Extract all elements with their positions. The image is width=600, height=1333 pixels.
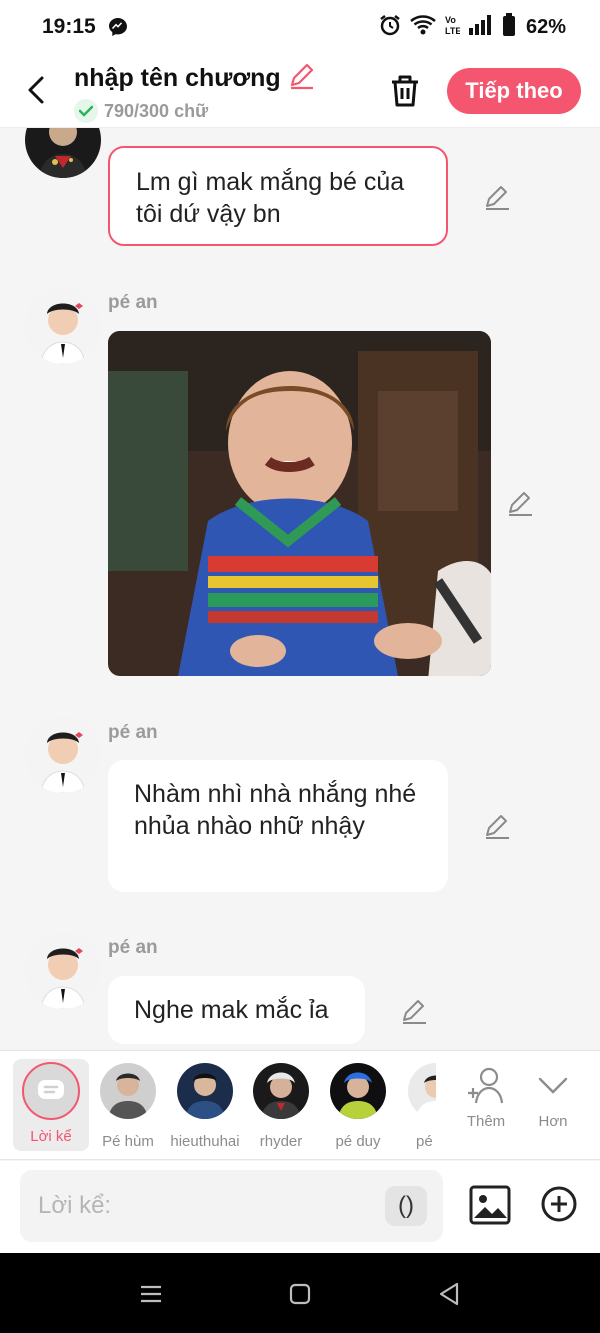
avatar xyxy=(253,1063,309,1119)
character-pe-hum[interactable]: Pé hùm xyxy=(90,1059,166,1150)
character-pe-partial[interactable]: pé xyxy=(396,1059,436,1150)
back-triangle-icon xyxy=(439,1282,459,1306)
character-hieuthuhai[interactable]: hieuthuhai xyxy=(167,1059,243,1150)
system-nav-bar xyxy=(0,1253,600,1333)
input-bar: () xyxy=(0,1161,600,1253)
message-text: Nghe mak mắc ỉa xyxy=(134,996,329,1024)
edit-message-icon[interactable] xyxy=(505,488,535,518)
wifi-icon xyxy=(410,14,436,41)
character-label: Lời kể xyxy=(30,1128,72,1145)
avatar xyxy=(177,1063,233,1119)
avatar xyxy=(100,1063,156,1119)
home-button[interactable] xyxy=(287,1281,313,1307)
add-user-icon xyxy=(468,1067,504,1104)
chat-bubble-icon xyxy=(38,1080,64,1099)
character-picker: Lời kể Pé hùm hieuthuhai rhyder pé duy p… xyxy=(0,1050,600,1160)
svg-text:LTE: LTE xyxy=(445,26,460,36)
message-bubble[interactable]: Nhàm nhì nhà nhắng nhé nhủa nhào nhữ nhậ… xyxy=(108,760,448,892)
menu-icon xyxy=(141,1285,161,1303)
status-time: 19:15 xyxy=(42,15,96,38)
word-count: 790/300 chữ xyxy=(104,100,209,121)
nav-back-button[interactable] xyxy=(437,1281,463,1307)
chevron-down-icon xyxy=(538,1077,568,1094)
add-button[interactable] xyxy=(540,1185,578,1223)
avatar[interactable] xyxy=(25,933,101,1009)
character-label: hieuthuhai xyxy=(170,1133,240,1150)
author-name: pé an xyxy=(108,937,158,958)
home-icon xyxy=(289,1283,311,1305)
character-label: rhyder xyxy=(259,1133,303,1150)
svg-text:Vo: Vo xyxy=(445,15,456,25)
editor-header: nhập tên chương 790/300 chữ Tiếp theo xyxy=(0,54,600,128)
message-image[interactable] xyxy=(108,331,491,676)
narration-input[interactable] xyxy=(38,1170,378,1242)
chat-area[interactable]: Lm gì mak mắng bé của tôi dứ vậy bn pé a… xyxy=(0,128,600,1050)
author-name: pé an xyxy=(108,722,158,743)
edit-message-icon[interactable] xyxy=(482,182,512,212)
insert-image-button[interactable] xyxy=(469,1185,511,1225)
chapter-title[interactable]: nhập tên chương xyxy=(74,64,281,93)
add-character-button[interactable]: Thêm xyxy=(456,1065,516,1130)
avatar xyxy=(330,1063,386,1119)
narration-input-wrap: () xyxy=(20,1170,443,1242)
edit-message-icon[interactable] xyxy=(482,811,512,841)
avatar[interactable] xyxy=(25,128,101,178)
avatar xyxy=(408,1063,436,1119)
recents-button[interactable] xyxy=(138,1281,164,1307)
title-block: nhập tên chương 790/300 chữ xyxy=(74,62,317,123)
alarm-icon xyxy=(378,13,402,42)
message-bubble[interactable]: Lm gì mak mắng bé của tôi dứ vậy bn xyxy=(108,146,448,246)
author-name: pé an xyxy=(108,292,158,313)
trash-icon xyxy=(392,75,418,107)
pencil-icon[interactable] xyxy=(287,62,317,95)
volte-icon: Vo LTE xyxy=(444,14,461,41)
status-bar: 19:15 Vo LTE 62% xyxy=(0,0,600,54)
add-label: Thêm xyxy=(466,1113,506,1130)
message-text: Nhàm nhì nhà nhắng nhé nhủa nhào nhữ nhậ… xyxy=(134,780,417,840)
narrator-avatar xyxy=(22,1062,80,1120)
more-label: Hơn xyxy=(538,1113,568,1130)
character-label: pé duy xyxy=(335,1133,381,1150)
character-rhyder[interactable]: rhyder xyxy=(243,1059,319,1150)
chevron-left-icon xyxy=(28,76,44,104)
character-label: pé xyxy=(416,1133,433,1150)
edit-message-icon[interactable] xyxy=(399,996,429,1026)
character-label: Pé hùm xyxy=(102,1133,154,1150)
avatar[interactable] xyxy=(25,717,101,793)
battery-icon xyxy=(502,12,516,42)
message-bubble[interactable]: Nghe mak mắc ỉa xyxy=(108,976,365,1044)
message-text: Lm gì mak mắng bé của tôi dứ vậy bn xyxy=(136,168,405,228)
messenger-icon xyxy=(108,17,128,37)
signal-icon xyxy=(468,14,494,41)
delete-button[interactable] xyxy=(386,72,424,110)
character-pe-duy[interactable]: pé duy xyxy=(320,1059,396,1150)
battery-percent: 62% xyxy=(525,15,566,38)
plus-circle-icon xyxy=(541,1186,577,1222)
image-icon xyxy=(469,1185,511,1225)
character-narrator[interactable]: Lời kể xyxy=(13,1059,89,1151)
check-icon xyxy=(74,99,98,123)
next-button[interactable]: Tiếp theo xyxy=(447,68,581,114)
more-button[interactable]: Hơn xyxy=(523,1065,583,1130)
avatar[interactable] xyxy=(25,288,101,364)
parenthesis-button[interactable]: () xyxy=(385,1186,427,1226)
back-button[interactable] xyxy=(22,72,50,108)
